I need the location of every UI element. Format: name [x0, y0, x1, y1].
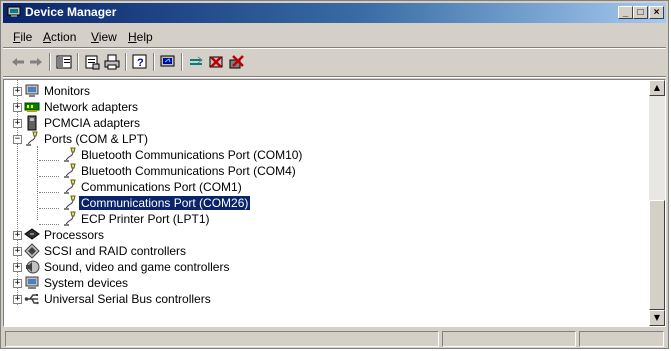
menu-view[interactable]: View	[91, 30, 117, 44]
system-devices-icon	[25, 276, 39, 289]
scroll-down-button[interactable]: ▼	[649, 310, 665, 326]
tree-item-scsi-raid[interactable]: + SCSI and RAID controllers	[4, 243, 644, 259]
tree-item-label-selected: Communications Port (COM26)	[77, 195, 252, 211]
tree-item-ports[interactable]: − Ports (COM & LPT)	[4, 131, 644, 147]
minimize-button[interactable]: _	[618, 6, 633, 19]
toolbar-separator	[125, 53, 127, 71]
toolbar: ?	[3, 49, 666, 75]
port-icon	[26, 131, 38, 146]
port-icon	[64, 195, 76, 210]
toolbar-separator	[49, 53, 51, 71]
status-panel-2	[442, 331, 576, 347]
tree-item-bluetooth-com10[interactable]: Bluetooth Communications Port (COM10)	[4, 147, 644, 163]
device-manager-icon	[7, 6, 21, 17]
port-icon	[64, 211, 76, 226]
port-icon	[64, 147, 76, 162]
tree-item-label: Monitors	[44, 84, 91, 98]
tree-item-pcmcia-adapters[interactable]: + PCMCIA adapters	[4, 115, 644, 131]
collapse-toggle[interactable]: −	[13, 135, 22, 144]
scan-hardware-changes-icon[interactable]	[159, 53, 177, 71]
device-manager-window: Device Manager _ □ × File Action View He…	[0, 0, 669, 349]
tree-item-network-adapters[interactable]: + Network adapters	[4, 99, 644, 115]
tree-item-label: Network adapters	[44, 100, 139, 114]
title-bar[interactable]: Device Manager _ □ ×	[3, 3, 666, 23]
tree-item-com26[interactable]: Communications Port (COM26)	[4, 195, 644, 211]
update-driver-icon[interactable]	[187, 53, 205, 71]
toolbar-bottom-separator	[3, 76, 666, 78]
sound-icon	[26, 260, 40, 274]
usb-icon	[24, 294, 39, 305]
properties-icon[interactable]	[83, 53, 101, 71]
menu-help[interactable]: Help	[128, 30, 153, 44]
expand-toggle[interactable]: +	[13, 119, 22, 128]
expand-toggle[interactable]: +	[13, 279, 22, 288]
expand-toggle[interactable]: +	[13, 87, 22, 96]
tree-item-monitors[interactable]: + Monitors	[4, 83, 644, 99]
tree-item-label: SCSI and RAID controllers	[44, 244, 187, 258]
menu-action[interactable]: Action	[43, 30, 76, 44]
tree-item-label: Bluetooth Communications Port (COM10)	[81, 148, 303, 162]
close-button[interactable]: ×	[649, 6, 664, 19]
expand-toggle[interactable]: +	[13, 231, 22, 240]
expand-toggle[interactable]: +	[13, 295, 22, 304]
forward-arrow-icon[interactable]	[27, 53, 45, 71]
device-tree-pane: + Monitors + Network adapters + PCMCIA a…	[3, 79, 666, 327]
tree-item-label: PCMCIA adapters	[44, 116, 141, 130]
tree-item-processors[interactable]: + Processors	[4, 227, 644, 243]
pcmcia-icon	[27, 115, 37, 131]
vertical-scrollbar[interactable]: ▲ ▼	[649, 80, 665, 326]
maximize-button[interactable]: □	[633, 6, 648, 19]
status-bar	[3, 330, 666, 348]
tree-item-com1[interactable]: Communications Port (COM1)	[4, 179, 644, 195]
scrollbar-thumb[interactable]	[649, 200, 665, 310]
device-tree: + Monitors + Network adapters + PCMCIA a…	[4, 80, 649, 326]
scroll-up-button[interactable]: ▲	[649, 80, 665, 96]
window-title: Device Manager	[25, 5, 117, 19]
help-icon[interactable]: ?	[131, 53, 149, 71]
processor-icon	[24, 228, 40, 240]
tree-item-label: Universal Serial Bus controllers	[44, 292, 211, 306]
show-hide-console-tree-icon[interactable]	[55, 53, 73, 71]
tree-item-label: ECP Printer Port (LPT1)	[81, 212, 210, 226]
tree-item-lpt1[interactable]: ECP Printer Port (LPT1)	[4, 211, 644, 227]
status-panel-main	[5, 331, 439, 347]
status-panel-3	[579, 331, 664, 347]
tree-item-sound-video-game[interactable]: + Sound, video and game controllers	[4, 259, 644, 275]
network-adapter-icon	[24, 102, 40, 112]
tree-item-system-devices[interactable]: + System devices	[4, 275, 644, 291]
print-icon[interactable]	[103, 53, 121, 71]
monitor-icon	[25, 84, 39, 97]
tree-item-label: Communications Port (COM1)	[81, 180, 242, 194]
toolbar-separator	[181, 53, 183, 71]
expand-toggle[interactable]: +	[13, 263, 22, 272]
toolbar-separator	[153, 53, 155, 71]
tree-item-bluetooth-com4[interactable]: Bluetooth Communications Port (COM4)	[4, 163, 644, 179]
back-arrow-icon[interactable]	[9, 53, 27, 71]
scsi-icon	[24, 243, 40, 259]
tree-item-label: System devices	[44, 276, 129, 290]
tree-item-label: Processors	[44, 228, 105, 242]
tree-item-usb-controllers[interactable]: + Universal Serial Bus controllers	[4, 291, 644, 307]
menu-bar: File Action View Help	[3, 27, 666, 47]
tree-item-label: Ports (COM & LPT)	[44, 132, 149, 146]
svg-text:?: ?	[137, 57, 144, 69]
uninstall-device-icon[interactable]	[227, 53, 245, 71]
port-icon	[64, 179, 76, 194]
menu-file[interactable]: File	[13, 30, 32, 44]
expand-toggle[interactable]: +	[13, 103, 22, 112]
expand-toggle[interactable]: +	[13, 247, 22, 256]
toolbar-separator	[77, 53, 79, 71]
tree-item-label: Sound, video and game controllers	[44, 260, 230, 274]
disable-device-icon[interactable]	[207, 53, 225, 71]
port-icon	[64, 163, 76, 178]
tree-item-label: Bluetooth Communications Port (COM4)	[81, 164, 296, 178]
